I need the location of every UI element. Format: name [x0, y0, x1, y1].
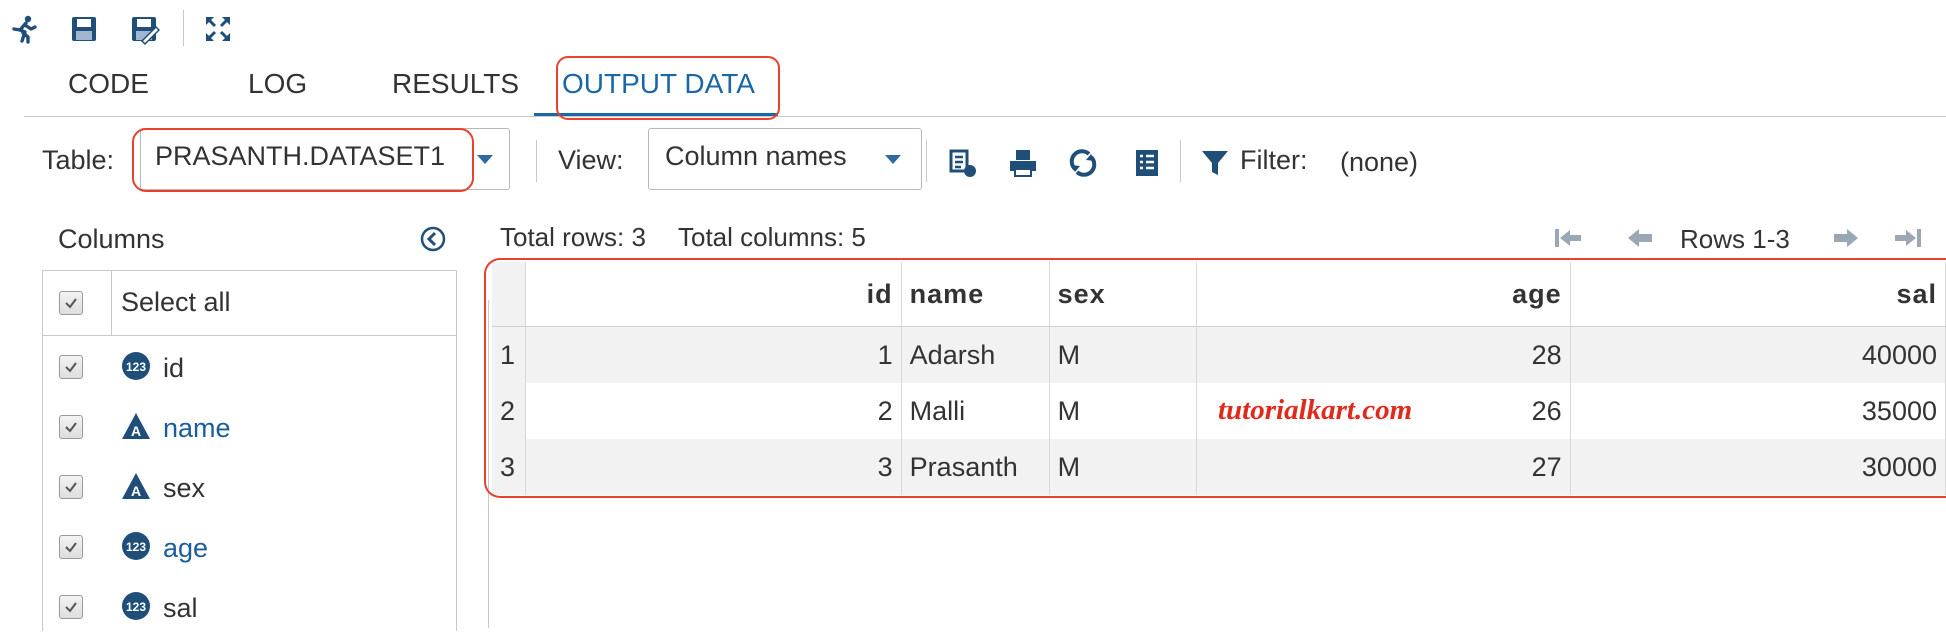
grid-left-border	[488, 300, 489, 628]
cell-sal[interactable]: 35000	[1570, 383, 1946, 439]
character-type-icon: A	[122, 413, 150, 439]
cell-age[interactable]: 27	[1196, 439, 1571, 495]
cell-name[interactable]: Malli	[901, 383, 1050, 439]
tab-log[interactable]: LOG	[248, 68, 307, 100]
toolbar-separator	[926, 140, 927, 182]
next-page-icon[interactable]	[1830, 224, 1862, 252]
cell-id[interactable]: 3	[525, 439, 902, 495]
view-select-value: Column names	[665, 141, 847, 171]
run-icon[interactable]	[6, 10, 42, 48]
cell-sex[interactable]: M	[1049, 383, 1198, 439]
cell-sex[interactable]: M	[1049, 439, 1198, 495]
character-type-icon: A	[122, 473, 150, 499]
column-name: id	[163, 353, 185, 383]
column-item-id[interactable]: 123 id	[43, 339, 456, 399]
filter-label: Filter:	[1240, 145, 1308, 175]
column-checkbox[interactable]	[59, 355, 83, 379]
save-as-icon[interactable]	[126, 10, 162, 48]
column-name: sal	[163, 593, 198, 623]
select-all-row[interactable]: Select all	[43, 271, 456, 336]
view-label: View:	[558, 145, 624, 175]
column-item-age[interactable]: 123 age	[43, 519, 456, 579]
toolbar-separator	[183, 10, 184, 46]
view-select[interactable]: Column names	[648, 128, 922, 190]
first-page-icon[interactable]	[1552, 224, 1584, 252]
table-row[interactable]: 1 1 Adarsh M 28 40000	[492, 326, 1946, 383]
cell-id[interactable]: 2	[525, 383, 902, 439]
svg-text:123: 123	[126, 600, 146, 614]
maximize-icon[interactable]	[200, 10, 236, 48]
cell-name[interactable]: Adarsh	[901, 326, 1050, 383]
column-item-name[interactable]: A name	[43, 399, 456, 459]
chevron-down-icon[interactable]	[477, 155, 493, 164]
collapse-panel-icon[interactable]	[418, 224, 448, 254]
cell-sex[interactable]: M	[1049, 326, 1198, 383]
export-icon[interactable]	[944, 144, 982, 182]
row-number: 1	[492, 326, 527, 383]
chevron-down-icon[interactable]	[885, 155, 901, 164]
columns-panel-title: Columns	[58, 224, 165, 254]
table-select-value: PRASANTH.DATASET1	[155, 141, 446, 171]
total-columns: Total columns: 5	[678, 222, 866, 252]
cell-sal[interactable]: 30000	[1570, 439, 1946, 495]
toolbar-separator	[536, 140, 537, 182]
previous-page-icon[interactable]	[1624, 224, 1656, 252]
cell-id[interactable]: 1	[525, 326, 902, 383]
svg-text:123: 123	[126, 360, 146, 374]
columns-list: Select all 123 id A name A sex 123 age 1…	[42, 270, 457, 631]
refresh-icon[interactable]	[1064, 144, 1102, 182]
grid-header-row: id name sex age sal	[492, 262, 1946, 327]
filter-value: (none)	[1340, 147, 1419, 177]
column-name[interactable]: age	[163, 533, 208, 564]
column-name: sex	[163, 473, 206, 503]
tabs-divider	[24, 116, 1946, 117]
column-checkbox[interactable]	[59, 475, 83, 499]
row-number-header	[492, 262, 527, 327]
column-header-sex[interactable]: sex	[1049, 262, 1198, 327]
numeric-type-icon: 123	[122, 592, 150, 620]
rows-range: Rows 1-3	[1680, 224, 1790, 254]
select-all-checkbox[interactable]	[59, 291, 83, 315]
cell-sal[interactable]: 40000	[1570, 326, 1946, 383]
row-number: 2	[492, 383, 527, 439]
column-name[interactable]: name	[163, 413, 231, 444]
table-row[interactable]: 3 3 Prasanth M 27 30000	[492, 439, 1946, 495]
column-item-sal[interactable]: 123 sal	[43, 579, 456, 639]
data-grid: id name sex age sal 1 1 Adarsh M 28 4000…	[492, 262, 1946, 495]
numeric-type-icon: 123	[122, 532, 150, 560]
cell-name[interactable]: Prasanth	[901, 439, 1050, 495]
total-rows: Total rows: 3	[500, 222, 646, 252]
save-icon[interactable]	[66, 10, 102, 48]
column-header-sal[interactable]: sal	[1570, 262, 1946, 327]
filter-icon[interactable]	[1196, 144, 1234, 182]
column-checkbox[interactable]	[59, 535, 83, 559]
select-all-label: Select all	[121, 287, 231, 317]
last-page-icon[interactable]	[1892, 224, 1924, 252]
properties-icon[interactable]	[1128, 144, 1166, 182]
print-icon[interactable]	[1004, 144, 1042, 182]
svg-text:A: A	[131, 483, 141, 499]
cell-age[interactable]: 28	[1196, 326, 1571, 383]
table-label: Table:	[42, 145, 115, 175]
tab-results[interactable]: RESULTS	[392, 68, 519, 100]
row-number: 3	[492, 439, 527, 495]
column-header-name[interactable]: name	[901, 262, 1050, 327]
svg-text:A: A	[131, 423, 141, 439]
column-header-id[interactable]: id	[525, 262, 902, 327]
toolbar-separator	[1180, 140, 1181, 182]
tab-code[interactable]: CODE	[68, 68, 149, 100]
svg-text:123: 123	[126, 540, 146, 554]
column-checkbox[interactable]	[59, 595, 83, 619]
tab-output-data[interactable]: OUTPUT DATA	[562, 68, 755, 100]
watermark-text: tutorialkart.com	[1218, 394, 1413, 426]
column-checkbox[interactable]	[59, 415, 83, 439]
table-select[interactable]: PRASANTH.DATASET1	[140, 128, 510, 190]
column-header-age[interactable]: age	[1196, 262, 1571, 327]
column-item-sex[interactable]: A sex	[43, 459, 456, 519]
numeric-type-icon: 123	[122, 352, 150, 380]
